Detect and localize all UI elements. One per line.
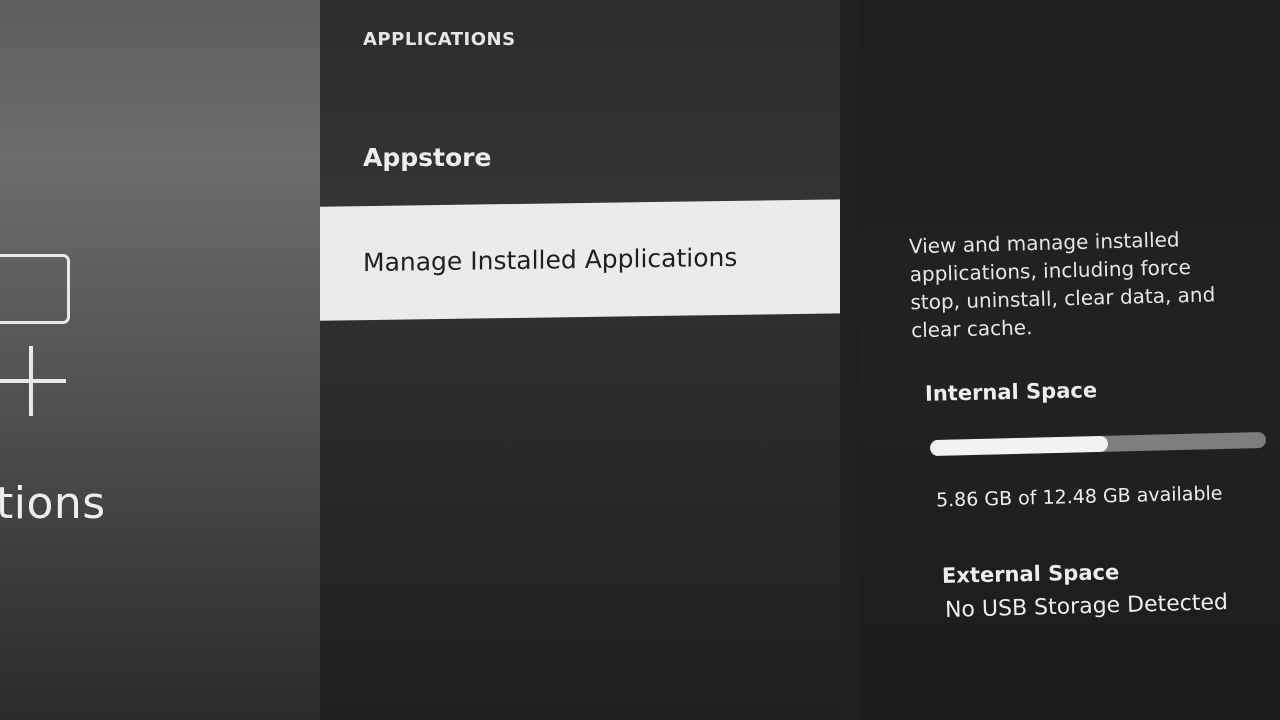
fire-tv-settings-screen: tions APPLICATIONS Appstore Manage Insta…	[0, 0, 1280, 720]
screen-outline-icon	[0, 254, 70, 324]
item-description: View and manage installed applications, …	[908, 227, 1216, 343]
plus-icon	[0, 346, 66, 416]
menu-header: APPLICATIONS	[363, 29, 516, 50]
info-panel: View and manage installed applications, …	[860, 0, 1280, 720]
previous-category-panel: tions	[0, 0, 320, 720]
internal-space-title: Internal Space	[924, 378, 1098, 406]
menu-item-appstore[interactable]: Appstore	[320, 138, 850, 188]
menu-item-manage-installed-applications[interactable]: Manage Installed Applications	[320, 199, 850, 321]
internal-storage-text: 5.86 GB of 12.48 GB available	[935, 482, 1223, 512]
external-space-title: External Space	[941, 560, 1120, 588]
internal-storage-bar	[929, 431, 1267, 457]
applications-menu: APPLICATIONS Appstore Manage Installed A…	[320, 0, 880, 720]
external-storage-status: No USB Storage Detected	[944, 590, 1229, 623]
category-label: tions	[0, 478, 106, 529]
internal-storage-fill	[929, 435, 1109, 457]
